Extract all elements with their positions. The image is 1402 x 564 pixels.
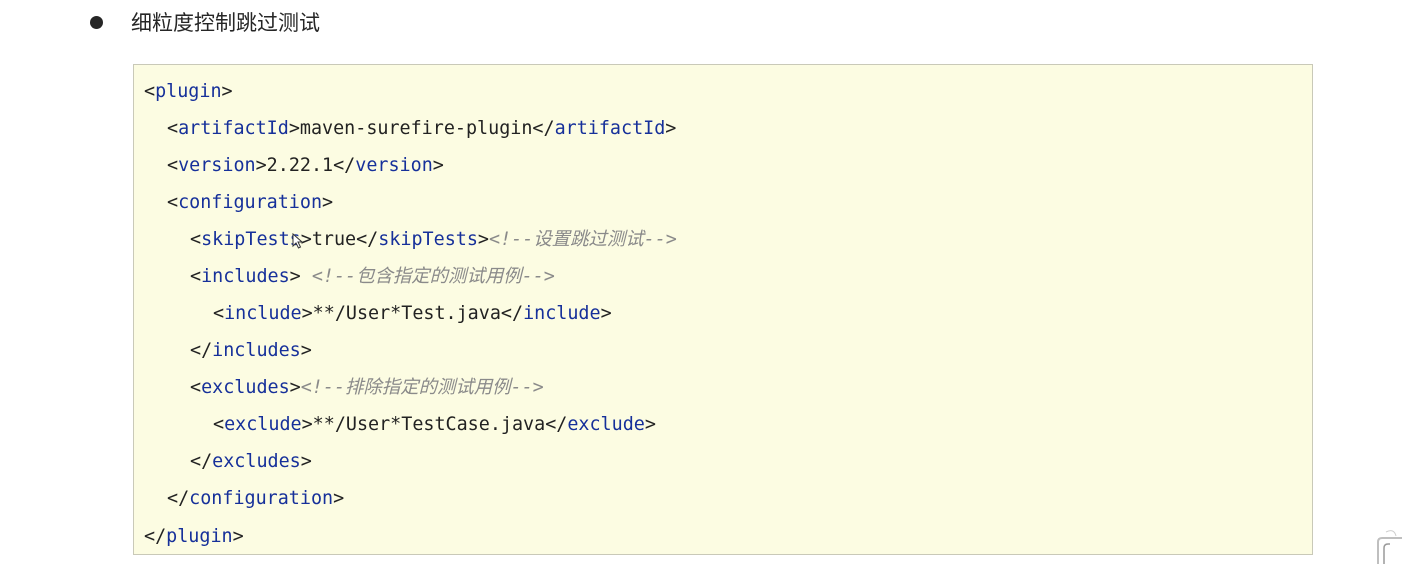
code-token-tag: exclude [567,414,645,435]
code-token-tag: excludes [201,377,290,398]
code-token-punc: < [190,266,202,287]
code-token-tag: configuration [178,192,323,213]
code-token-punc: > [301,414,313,435]
code-token-comment: <!--排除指定的测试用例--> [300,377,544,398]
code-token-tag: version [355,155,433,176]
code-token-text: true [311,229,357,250]
page-corner-icon [1377,530,1402,564]
code-token-tag: skipTests [378,229,478,250]
code-line: </excludes> [190,447,312,477]
code-token-punc: > [333,488,345,509]
code-token-punc: < [213,303,225,324]
code-line: <plugin> [144,77,233,107]
code-token-punc: > [255,155,267,176]
code-token-punc: < [167,155,179,176]
code-token-punc: > [301,303,313,324]
code-line: <configuration> [167,188,333,218]
code-line: <skipTests>true</skipTests><!--设置跳过测试--> [190,225,677,255]
code-token-text: **/User*Test.java [312,303,501,324]
code-token-punc: > [644,414,656,435]
code-token-tag: plugin [166,526,233,547]
code-token-punc: > [288,118,300,139]
code-token-punc: < [167,192,179,213]
code-line: <exclude>**/User*TestCase.java</exclude> [213,410,656,440]
code-token-comment: <!--设置跳过测试--> [489,229,677,250]
code-token-punc: > [477,229,489,250]
code-token-tag: plugin [155,81,222,102]
code-token-punc: </ [167,488,190,509]
code-token-punc: </ [333,155,356,176]
code-token-punc: </ [190,340,213,361]
code-token-tag: exclude [224,414,302,435]
code-line: <version>2.22.1</version> [167,151,444,181]
code-token-tag: skipTests [201,229,301,250]
code-token-punc: < [213,414,225,435]
bullet-dot [90,16,103,29]
code-token-punc: > [300,451,312,472]
code-token-text: **/User*TestCase.java [312,414,546,435]
code-token-punc: < [190,377,202,398]
code-line: <excludes><!--排除指定的测试用例--> [190,373,544,403]
code-token-text: 2.22.1 [266,155,334,176]
code-token-comment: <!--包含指定的测试用例--> [311,266,555,287]
code-token-punc: < [190,229,202,250]
code-token-punc: < [144,81,156,102]
code-token-tag: artifactId [178,118,289,139]
code-token-punc: </ [356,229,379,250]
code-block: <plugin> <artifactId>maven-surefire-plugi… [133,64,1313,555]
code-line: </plugin> [144,522,244,552]
code-line: <include>**/User*Test.java</include> [213,299,612,329]
code-token-punc: > [289,266,312,287]
code-token-tag: includes [201,266,290,287]
code-token-punc: </ [545,414,568,435]
mouse-pointer-icon [292,233,304,249]
code-token-punc: > [232,526,244,547]
code-token-tag: version [178,155,256,176]
code-line: </includes> [190,336,312,366]
code-token-punc: </ [532,118,555,139]
code-token-tag: include [523,303,601,324]
code-token-punc: </ [144,526,167,547]
code-token-punc: > [600,303,612,324]
code-token-tag: includes [212,340,301,361]
code-token-tag: artifactId [554,118,666,139]
code-token-punc: < [167,118,179,139]
code-line: </configuration> [167,484,344,514]
code-token-tag: include [224,303,302,324]
code-token-tag: configuration [189,488,334,509]
bullet-item: 细粒度控制跳过测试 [0,0,1402,50]
code-token-punc: </ [500,303,524,324]
code-line: <includes> <!--包含指定的测试用例--> [190,262,555,292]
code-token-punc: </ [190,451,213,472]
code-token-punc: > [322,192,334,213]
code-line: <artifactId>maven-surefire-plugin</artif… [167,114,676,144]
code-token-text: maven-surefire-plugin [299,118,533,139]
code-token-punc: > [432,155,444,176]
code-token-punc: > [221,81,233,102]
code-token-punc: > [300,340,312,361]
code-token-punc: > [289,377,301,398]
code-token-tag: excludes [212,451,301,472]
code-token-punc: > [665,118,677,139]
bullet-heading: 细粒度控制跳过测试 [131,11,320,35]
